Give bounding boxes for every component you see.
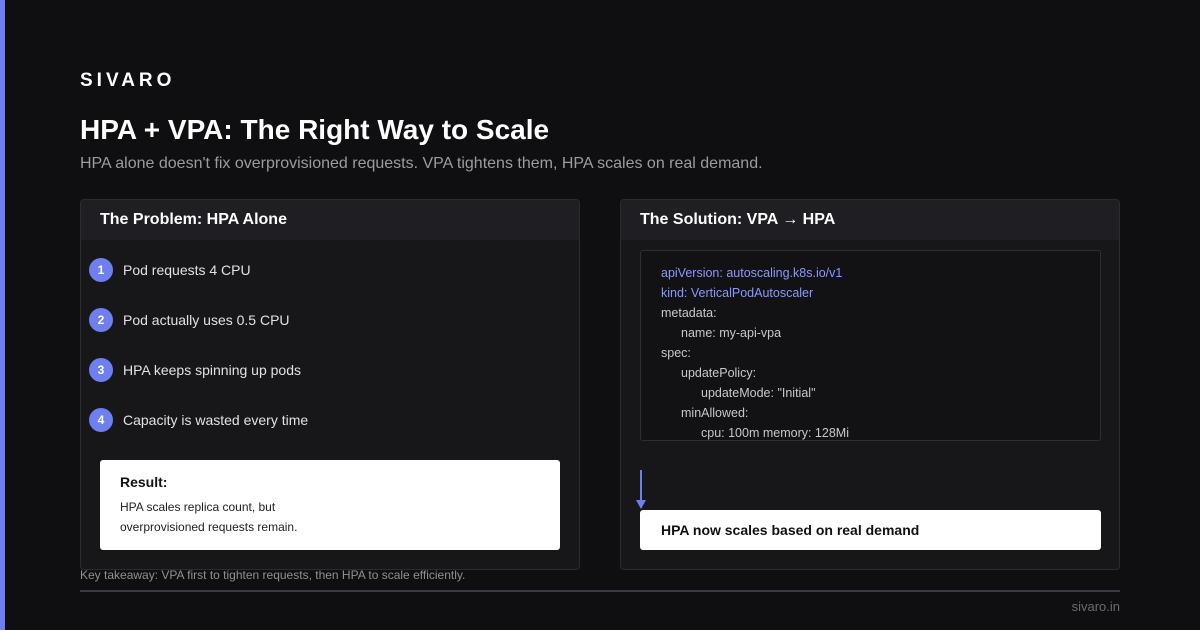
outcome-box: HPA now scales based on real demand bbox=[640, 510, 1101, 550]
key-takeaway: Key takeaway: VPA first to tighten reque… bbox=[80, 568, 466, 582]
step-item: 4 Capacity is wasted every time bbox=[89, 408, 308, 432]
step-text: Pod actually uses 0.5 CPU bbox=[123, 312, 290, 328]
page-subtitle: HPA alone doesn't fix overprovisioned re… bbox=[80, 155, 763, 172]
code-line: apiVersion: autoscaling.k8s.io/v1 bbox=[661, 266, 843, 280]
result-text: HPA scales replica count, but overprovis… bbox=[120, 500, 298, 534]
code-line: kind: VerticalPodAutoscaler bbox=[661, 286, 814, 300]
step-number-badge: 1 bbox=[89, 258, 113, 282]
step-text: HPA keeps spinning up pods bbox=[123, 362, 301, 378]
site-url: sivaro.in bbox=[1071, 599, 1120, 614]
solution-panel-header: The Solution: VPA → HPA bbox=[621, 200, 1119, 240]
step-item: 1 Pod requests 4 CPU bbox=[89, 258, 308, 282]
step-number-badge: 4 bbox=[89, 408, 113, 432]
problem-panel: The Problem: HPA Alone 1 Pod requests 4 … bbox=[80, 199, 580, 570]
page-title: HPA + VPA: The Right Way to Scale bbox=[80, 114, 550, 145]
brand-logo: SIVARO bbox=[80, 70, 176, 91]
result-title: Result: bbox=[120, 474, 168, 490]
accent-bar bbox=[0, 0, 5, 630]
step-text: Capacity is wasted every time bbox=[123, 412, 309, 428]
step-number-badge: 2 bbox=[89, 308, 113, 332]
code-line: minAllowed: bbox=[681, 406, 749, 420]
step-item: 3 HPA keeps spinning up pods bbox=[89, 358, 308, 382]
code-line: metadata: bbox=[661, 306, 717, 320]
vpa-yaml-code-block: apiVersion: autoscaling.k8s.io/v1 kind: … bbox=[640, 250, 1101, 441]
step-item: 2 Pod actually uses 0.5 CPU bbox=[89, 308, 308, 332]
arrow-down-icon bbox=[636, 470, 646, 510]
code-line: spec: bbox=[661, 346, 691, 360]
footer-divider bbox=[80, 590, 1120, 592]
problem-panel-header: The Problem: HPA Alone bbox=[81, 200, 579, 240]
code-line: cpu: 100m memory: 128Mi bbox=[701, 426, 849, 440]
code-line: name: my-api-vpa bbox=[681, 326, 782, 340]
code-line: updateMode: "Initial" bbox=[701, 386, 816, 400]
step-number-badge: 3 bbox=[89, 358, 113, 382]
solution-panel: The Solution: VPA → HPA apiVersion: auto… bbox=[620, 199, 1120, 570]
code-line: updatePolicy: bbox=[681, 366, 757, 380]
step-text: Pod requests 4 CPU bbox=[123, 262, 251, 278]
problem-steps: 1 Pod requests 4 CPU 2 Pod actually uses… bbox=[89, 258, 308, 458]
result-box: Result: HPA scales replica count, but ov… bbox=[100, 460, 560, 550]
